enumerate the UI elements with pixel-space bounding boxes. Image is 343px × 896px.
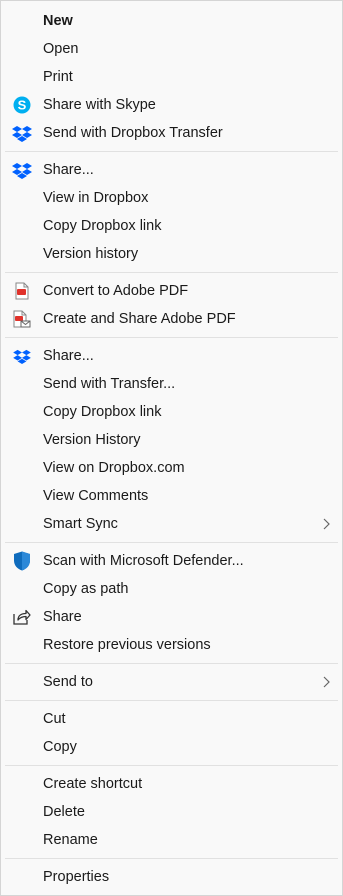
- menu-item-copy-dropbox-link[interactable]: Copy Dropbox link: [1, 212, 342, 240]
- menu-item-label: Properties: [43, 869, 110, 885]
- menu-item-label: Rename: [43, 832, 98, 848]
- menu-item-view-on-dropbox-com[interactable]: View on Dropbox.com: [1, 454, 342, 482]
- menu-item-label: Scan with Microsoft Defender...: [43, 553, 244, 569]
- skype-icon: S: [12, 96, 32, 114]
- menu-item-label: Cut: [43, 711, 66, 727]
- menu-item-label: Create and Share Adobe PDF: [43, 311, 236, 327]
- menu-item-copy[interactable]: Copy: [1, 733, 342, 761]
- chevron-right-icon: [322, 668, 330, 696]
- menu-item-convert-to-adobe-pdf[interactable]: Convert to Adobe PDF: [1, 277, 342, 305]
- menu-item-label: Send to: [43, 674, 93, 690]
- menu-item-label: Version History: [43, 432, 141, 448]
- menu-item-label: Restore previous versions: [43, 637, 211, 653]
- menu-item-smart-sync[interactable]: Smart Sync: [1, 510, 342, 538]
- menu-item-properties[interactable]: Properties: [1, 863, 342, 891]
- menu-item-rename[interactable]: Rename: [1, 826, 342, 854]
- menu-item-label: Open: [43, 41, 79, 57]
- menu-item-copy-dropbox-link-2[interactable]: Copy Dropbox link: [1, 398, 342, 426]
- menu-item-label: Copy: [43, 739, 77, 755]
- context-menu: New Open Print S Share with Skype Send w…: [0, 0, 343, 896]
- menu-item-restore-previous-versions[interactable]: Restore previous versions: [1, 631, 342, 659]
- menu-item-dropbox-share-2[interactable]: Share...: [1, 342, 342, 370]
- menu-separator: [5, 663, 338, 664]
- menu-separator: [5, 858, 338, 859]
- menu-item-send-with-dropbox-transfer[interactable]: Send with Dropbox Transfer: [1, 119, 342, 147]
- menu-item-view-comments[interactable]: View Comments: [1, 482, 342, 510]
- menu-item-label: Create shortcut: [43, 776, 143, 792]
- menu-item-label: Share with Skype: [43, 97, 156, 113]
- share-icon: [12, 608, 32, 626]
- menu-item-share-with-skype[interactable]: S Share with Skype: [1, 91, 342, 119]
- menu-item-label: Copy Dropbox link: [43, 218, 162, 234]
- menu-separator: [5, 272, 338, 273]
- menu-item-label: View Comments: [43, 488, 149, 504]
- adobe-pdf-share-icon: [12, 310, 32, 328]
- menu-item-label: Smart Sync: [43, 516, 118, 532]
- menu-item-create-and-share-adobe-pdf[interactable]: Create and Share Adobe PDF: [1, 305, 342, 333]
- menu-item-label: Share: [43, 609, 82, 625]
- menu-item-label: Copy as path: [43, 581, 129, 597]
- menu-item-label: Delete: [43, 804, 85, 820]
- menu-item-new[interactable]: New: [1, 7, 342, 35]
- menu-item-cut[interactable]: Cut: [1, 705, 342, 733]
- menu-item-share[interactable]: Share: [1, 603, 342, 631]
- menu-separator: [5, 700, 338, 701]
- menu-separator: [5, 151, 338, 152]
- menu-item-label: Share...: [43, 162, 94, 178]
- menu-item-scan-with-defender[interactable]: Scan with Microsoft Defender...: [1, 547, 342, 575]
- menu-item-delete[interactable]: Delete: [1, 798, 342, 826]
- svg-text:S: S: [18, 98, 27, 113]
- menu-item-send-with-transfer[interactable]: Send with Transfer...: [1, 370, 342, 398]
- menu-item-open[interactable]: Open: [1, 35, 342, 63]
- menu-separator: [5, 542, 338, 543]
- menu-item-label: Copy Dropbox link: [43, 404, 162, 420]
- menu-item-dropbox-share[interactable]: Share...: [1, 156, 342, 184]
- menu-item-version-history[interactable]: Version history: [1, 240, 342, 268]
- dropbox-icon: [12, 347, 32, 365]
- menu-item-print[interactable]: Print: [1, 63, 342, 91]
- menu-item-label: View on Dropbox.com: [43, 460, 185, 476]
- menu-item-label: Version history: [43, 246, 139, 262]
- adobe-pdf-icon: [12, 282, 32, 300]
- menu-separator: [5, 765, 338, 766]
- menu-item-copy-as-path[interactable]: Copy as path: [1, 575, 342, 603]
- menu-item-send-to[interactable]: Send to: [1, 668, 342, 696]
- menu-separator: [5, 337, 338, 338]
- menu-item-label: New: [43, 13, 73, 29]
- menu-item-view-in-dropbox[interactable]: View in Dropbox: [1, 184, 342, 212]
- dropbox-icon: [12, 124, 32, 142]
- dropbox-icon: [12, 161, 32, 179]
- menu-item-label: Send with Transfer...: [43, 376, 176, 392]
- menu-item-label: Convert to Adobe PDF: [43, 283, 189, 299]
- chevron-right-icon: [322, 510, 330, 538]
- menu-item-label: Share...: [43, 348, 94, 364]
- menu-item-label: View in Dropbox: [43, 190, 149, 206]
- menu-item-version-history-2[interactable]: Version History: [1, 426, 342, 454]
- menu-item-create-shortcut[interactable]: Create shortcut: [1, 770, 342, 798]
- menu-item-label: Send with Dropbox Transfer: [43, 125, 223, 141]
- menu-item-label: Print: [43, 69, 73, 85]
- defender-shield-icon: [12, 551, 32, 571]
